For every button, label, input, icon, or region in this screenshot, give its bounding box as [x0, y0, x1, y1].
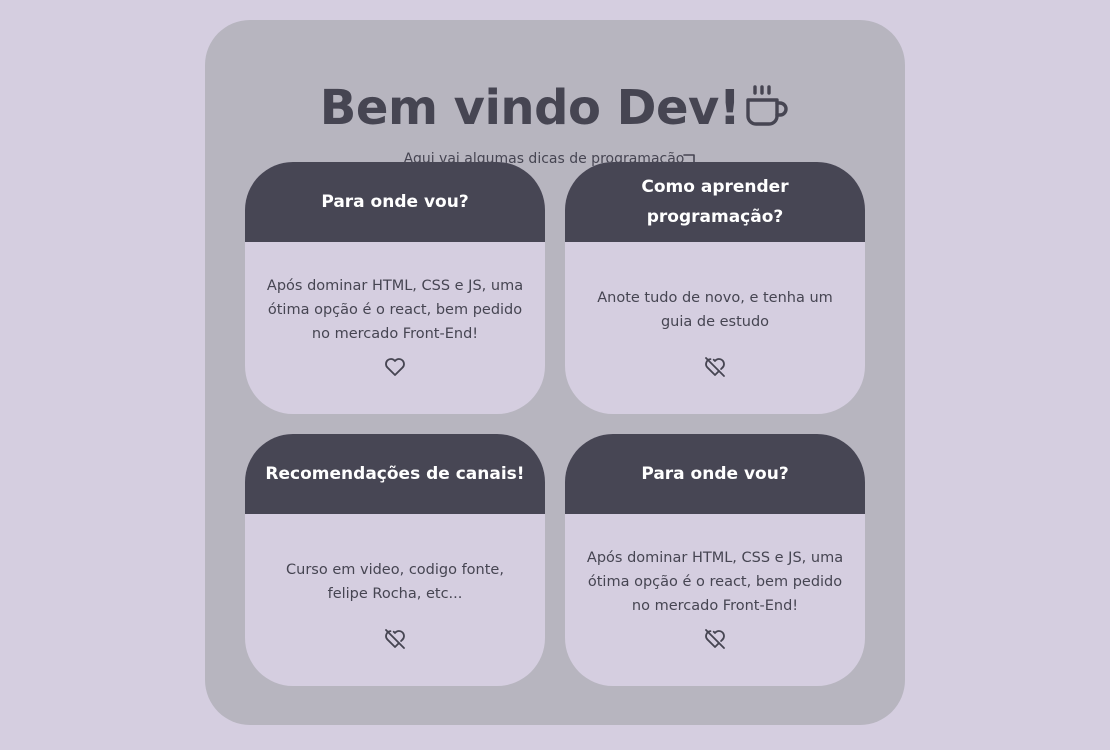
- card-body: Curso em video, codigo fonte, felipe Roc…: [245, 514, 545, 686]
- card-body: Após dominar HTML, CSS e JS, uma ótima o…: [565, 514, 865, 686]
- heart-off-icon[interactable]: [703, 627, 727, 651]
- coffee-icon: [742, 81, 790, 129]
- card-title: Recomendações de canais!: [265, 464, 525, 484]
- card-text: Anote tudo de novo, e tenha um guia de e…: [597, 290, 833, 330]
- card-title: Para onde vou?: [641, 464, 789, 484]
- page-title: Bem vindo Dev!: [319, 80, 741, 136]
- card-header: Para onde vou?: [565, 434, 865, 514]
- card-title: Para onde vou?: [321, 192, 469, 212]
- card-text: Curso em video, codigo fonte, felipe Roc…: [286, 562, 504, 602]
- card-header: Recomendações de canais!: [245, 434, 545, 514]
- like-button[interactable]: [381, 625, 409, 653]
- card-header: Como aprender programação?: [565, 162, 865, 242]
- tip-card: Para onde vou? Após dominar HTML, CSS e …: [245, 162, 545, 414]
- tip-card: Recomendações de canais! Curso em video,…: [245, 434, 545, 686]
- title-row: Bem vindo Dev!: [205, 78, 905, 138]
- like-button[interactable]: [701, 353, 729, 381]
- heart-off-icon[interactable]: [383, 627, 407, 651]
- heart-off-icon[interactable]: [703, 355, 727, 379]
- card-text: Após dominar HTML, CSS e JS, uma ótima o…: [266, 278, 524, 342]
- main-panel: Bem vindo Dev! Aqui vai algumas dicas de…: [205, 20, 905, 725]
- card-text: Após dominar HTML, CSS e JS, uma ótima o…: [586, 550, 844, 614]
- card-header: Para onde vou?: [245, 162, 545, 242]
- like-button[interactable]: [381, 353, 409, 381]
- card-body: Após dominar HTML, CSS e JS, uma ótima o…: [245, 242, 545, 414]
- card-title: Como aprender programação?: [641, 177, 789, 227]
- tip-card: Como aprender programação? Anote tudo de…: [565, 162, 865, 414]
- heart-icon[interactable]: [383, 355, 407, 379]
- card-body: Anote tudo de novo, e tenha um guia de e…: [565, 242, 865, 414]
- like-button[interactable]: [701, 625, 729, 653]
- tip-card: Para onde vou? Após dominar HTML, CSS e …: [565, 434, 865, 686]
